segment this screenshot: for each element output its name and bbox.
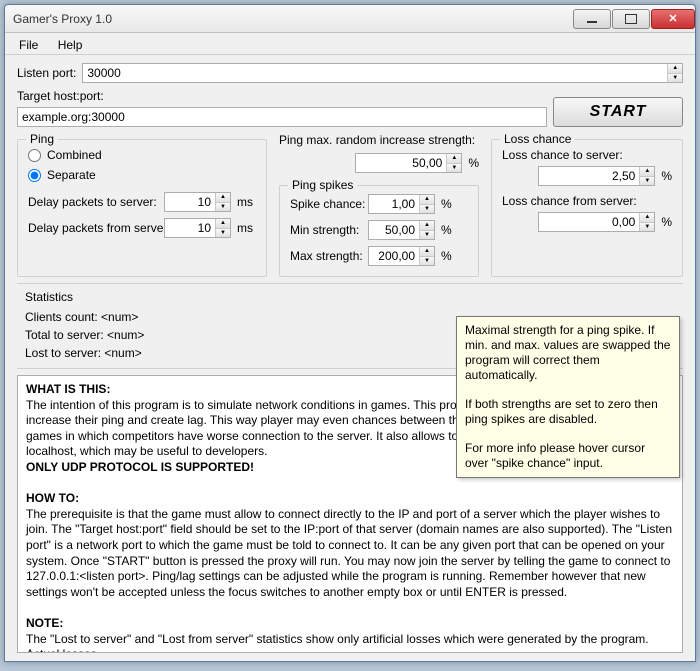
loss-from-spinner[interactable]: ▲▼ [538,212,655,232]
desc-b1: ONLY UDP PROTOCOL IS SUPPORTED! [26,460,254,474]
listen-port-label: Listen port: [17,66,76,80]
tooltip-p3: For more info please hover cursor over "… [465,441,671,471]
target-label: Target host:port: [17,89,547,103]
loss-from-input[interactable] [539,213,639,231]
desc-p2: The prerequisite is that the game must a… [26,507,672,599]
desc-p3: The "Lost to server" and "Lost from serv… [26,632,649,654]
delay-to-label: Delay packets to server: [28,195,158,209]
menu-help[interactable]: Help [50,36,91,54]
ping-legend: Ping [26,132,58,146]
tooltip: Maximal strength for a ping spike. If mi… [456,316,680,478]
pingmax-input[interactable] [356,154,446,172]
listen-port-input[interactable] [83,64,667,82]
spike-min-input[interactable] [369,221,419,239]
tooltip-p1: Maximal strength for a ping spike. If mi… [465,323,671,383]
spike-min-label: Min strength: [290,223,362,237]
delay-to-input[interactable] [165,193,215,211]
stats-legend: Statistics [25,290,675,304]
listen-port-stepper[interactable]: ▲▼ [667,64,682,82]
listen-port-spinner[interactable]: ▲▼ [82,63,683,83]
desc-h2: HOW TO: [26,491,79,505]
maximize-button[interactable] [612,9,650,29]
pingmax-spinner[interactable]: ▲▼ [355,153,462,173]
pingmax-label: Ping max. random increase strength: [279,133,479,147]
minimize-button[interactable] [573,9,611,29]
start-button[interactable]: START [553,97,683,127]
ms-unit: ms [237,195,253,209]
ping-separate-label: Separate [47,168,96,182]
ms-unit: ms [237,221,253,235]
ping-separate-radio[interactable] [28,169,41,182]
ping-combined-radio[interactable] [28,149,41,162]
loss-from-label: Loss chance from server: [502,194,672,208]
loss-legend: Loss chance [500,132,575,146]
close-button[interactable] [651,9,695,29]
menu-file[interactable]: File [11,36,46,54]
delay-from-label: Delay packets from server: [28,221,158,235]
spikes-legend: Ping spikes [288,178,357,192]
ping-combined-label: Combined [47,148,102,162]
desc-h3: NOTE: [26,616,63,630]
loss-to-input[interactable] [539,167,639,185]
delay-from-input[interactable] [165,219,215,237]
title-bar: Gamer's Proxy 1.0 [5,5,695,33]
target-input[interactable] [17,107,547,127]
delay-from-spinner[interactable]: ▲▼ [164,218,231,238]
spike-max-spinner[interactable]: ▲▼ [368,246,435,266]
menu-bar: File Help [5,33,695,55]
stat-lost-to: Lost to server: <num> [25,344,340,362]
spike-min-spinner[interactable]: ▲▼ [368,220,435,240]
spike-chance-input[interactable] [369,195,419,213]
spikes-group: Ping spikes Spike chance: ▲▼ % Min stren… [279,185,479,277]
spike-chance-spinner[interactable]: ▲▼ [368,194,435,214]
spike-max-input[interactable] [369,247,419,265]
loss-to-spinner[interactable]: ▲▼ [538,166,655,186]
spike-max-label: Max strength: [290,249,362,263]
window-title: Gamer's Proxy 1.0 [13,12,572,26]
desc-h1: WHAT IS THIS: [26,382,110,396]
stat-clients: Clients count: <num> [25,308,340,326]
pct-unit: % [468,156,479,170]
stat-total-to: Total to server: <num> [25,326,340,344]
loss-to-label: Loss chance to server: [502,148,672,162]
ping-group: Ping Combined Separate Delay packets to … [17,139,267,277]
delay-to-spinner[interactable]: ▲▼ [164,192,231,212]
spike-chance-label: Spike chance: [290,197,362,211]
tooltip-p2: If both strengths are set to zero then p… [465,397,671,427]
loss-group: Loss chance Loss chance to server: ▲▼ % … [491,139,683,277]
